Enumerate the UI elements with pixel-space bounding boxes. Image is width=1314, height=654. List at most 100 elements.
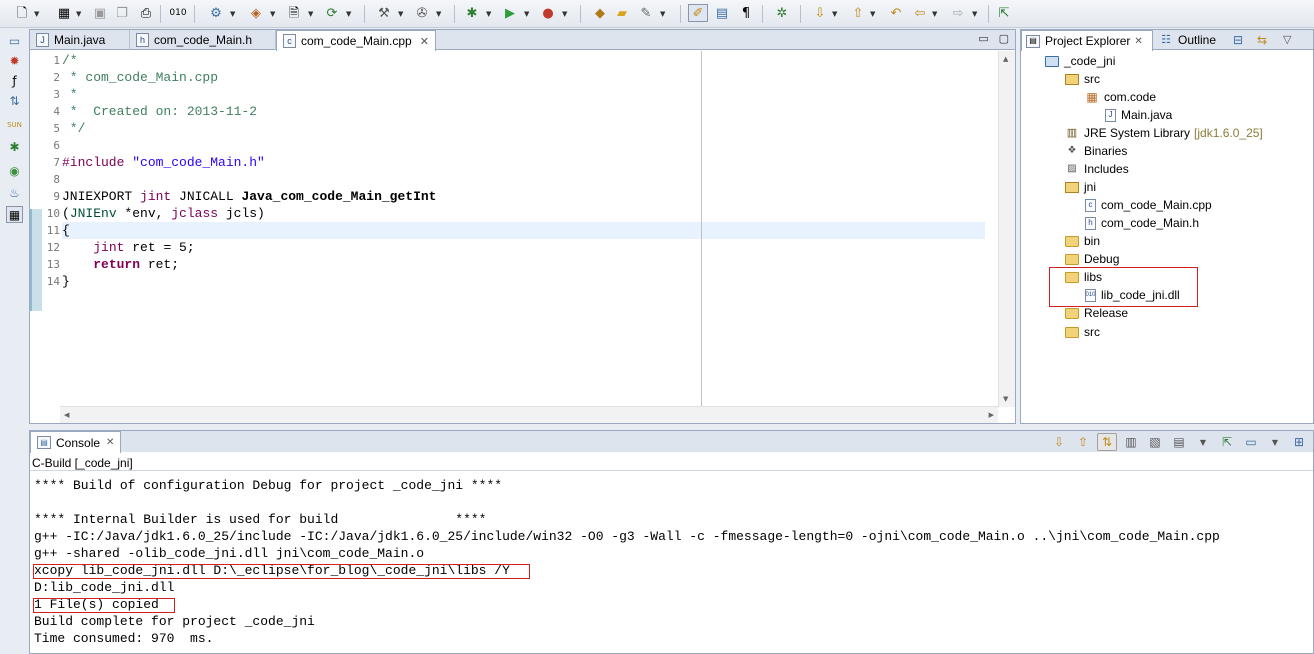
bug-icon[interactable]: ✱ [6,138,23,155]
tree-jni[interactable]: jni [1065,178,1096,196]
tree-debug[interactable]: Debug [1065,250,1119,268]
prev-annotation-icon[interactable]: ⇧ [848,4,868,22]
chevron-down-icon[interactable]: ▼ [346,10,351,18]
scroll-up-icon[interactable]: ⇧ [1073,433,1093,451]
chevron-down-icon[interactable]: ▼ [524,10,529,18]
chevron-down-icon[interactable]: ▼ [308,10,313,18]
chevron-down-icon[interactable]: ▼ [1193,433,1213,451]
toggle-mark-icon[interactable]: ✐ [688,4,708,22]
word-wrap-icon[interactable]: ▤ [1169,433,1189,451]
java-icon[interactable]: ♨ [6,184,23,201]
close-icon[interactable]: ✕ [1134,36,1142,47]
clear-console-icon[interactable]: ▧ [1145,433,1165,451]
tab-cpp-file[interactable]: c com_code_Main.cpp ✕ [276,30,436,51]
tab-main-java[interactable]: J Main.java [30,30,130,50]
chevron-down-icon[interactable]: ▼ [562,10,567,18]
build-hammer-icon[interactable]: ⚒ [374,4,394,22]
close-icon[interactable]: ✕ [106,437,114,448]
restore-icon[interactable]: ▭ [6,32,23,49]
open-folder-icon[interactable]: ▰ [612,4,632,22]
code-token: Java_com_code_Main_getInt [241,189,437,204]
maximize-icon[interactable]: ▢ [999,32,1009,45]
tab-outline[interactable]: ☷ Outline [1155,30,1225,50]
save-all-icon[interactable]: ❐ [112,4,132,22]
tree-package[interactable]: ▦ com.code [1085,88,1156,106]
tree-src[interactable]: src [1065,70,1100,88]
collapse-all-icon[interactable]: ⊟ [1233,33,1243,47]
tab-header-file[interactable]: h com_code_Main.h [130,30,276,50]
new-source-icon[interactable]: 🗎 [284,4,304,22]
minimize-icon[interactable]: ▭ [978,32,988,45]
scroll-down-icon[interactable]: ▼ [1003,395,1008,403]
print-icon[interactable]: ⎙ [136,4,156,22]
binary-icon[interactable]: 010 [168,4,188,22]
scroll-down-icon[interactable]: ⇩ [1049,433,1069,451]
tree-cpp-file[interactable]: c com_code_Main.cpp [1085,196,1212,214]
tree-project[interactable]: _code_jni [1045,52,1115,70]
pin-editor-icon[interactable]: ⇱ [994,4,1014,22]
tab-label: Main.java [54,33,106,47]
tree-header-file[interactable]: h com_code_Main.h [1085,214,1199,232]
chevron-down-icon[interactable]: ▼ [436,10,441,18]
tree-src-2[interactable]: src [1065,323,1100,341]
build-all-icon[interactable]: ⚙ [206,4,226,22]
last-edit-icon[interactable]: ↶ [886,4,906,22]
tree-binaries[interactable]: ❖ Binaries [1065,142,1128,160]
scroll-lock-icon[interactable]: ⇅ [1097,433,1117,451]
tree-jre-library[interactable]: ▥ JRE System Library [jdk1.6.0_25] [1065,124,1263,142]
chevron-down-icon[interactable]: ▼ [1265,433,1285,451]
new-icon[interactable]: ▦ [54,4,74,22]
tab-project-explorer[interactable]: ▤ Project Explorer ✕ [1021,30,1153,51]
chevron-down-icon[interactable]: ▼ [870,10,875,18]
chevron-down-icon[interactable]: ▼ [832,10,837,18]
new-console-icon[interactable]: ⊞ [1289,433,1309,451]
tree-bin[interactable]: bin [1065,232,1100,250]
vertical-scrollbar[interactable]: ▲ ▼ [998,51,1015,407]
new-project-icon[interactable]: ⟳ [322,4,342,22]
forward-icon[interactable]: ⇨ [948,4,968,22]
chevron-down-icon[interactable]: ▼ [230,10,235,18]
search-icon[interactable]: ✎ [636,4,656,22]
globe-icon[interactable]: ◉ [6,162,23,179]
chevron-down-icon[interactable]: ▼ [270,10,275,18]
toggle-block-icon[interactable]: ▤ [712,4,732,22]
chevron-down-icon[interactable]: ▼ [398,10,403,18]
scroll-up-icon[interactable]: ▲ [1003,55,1008,63]
run-icon[interactable]: ▶ [500,4,520,22]
chevron-down-icon[interactable]: ▼ [932,10,937,18]
next-annotation-icon[interactable]: ⇩ [810,4,830,22]
horizontal-scrollbar[interactable]: ◀ ▶ [60,406,998,423]
display-console-icon[interactable]: ▭ [1241,433,1261,451]
scroll-right-icon[interactable]: ▶ [989,411,994,419]
scroll-left-icon[interactable]: ◀ [64,411,69,419]
show-whitespace-icon[interactable]: ¶ [736,4,756,22]
chevron-down-icon[interactable]: ▼ [34,10,39,18]
variables-icon[interactable]: ƒ [6,72,23,89]
debug-view-icon[interactable]: ✹ [6,52,23,69]
chevron-down-icon[interactable]: ▼ [76,10,81,18]
chevron-down-icon[interactable]: ▼ [660,10,665,18]
debug-icon[interactable]: ✱ [462,4,482,22]
tree-includes[interactable]: ▨ Includes [1065,160,1128,178]
tools-icon[interactable]: ✇ [412,4,432,22]
tab-console[interactable]: ▤ Console ✕ [30,431,122,453]
close-icon[interactable]: ✕ [420,35,429,48]
view-menu-icon[interactable]: ▽ [1283,33,1291,46]
chevron-down-icon[interactable]: ▼ [486,10,491,18]
back-icon[interactable]: ⇦ [910,4,930,22]
breakpoints-icon[interactable]: ⇅ [6,92,23,109]
registers-icon[interactable]: SUN [6,116,23,133]
tree-main-java[interactable]: J Main.java [1105,106,1172,124]
save-icon[interactable]: ▣ [90,4,110,22]
pin-console-icon[interactable]: ⇱ [1217,433,1237,451]
copy-icon[interactable]: ▥ [1121,433,1141,451]
new-cpp-class-icon[interactable]: ◈ [246,4,266,22]
step-filter-icon[interactable]: ✲ [772,4,792,22]
tasks-icon[interactable]: ▦ [6,206,23,223]
code-area[interactable]: /* * com_code_Main.cpp * * Created on: 2… [62,51,985,408]
open-type-icon[interactable]: ◆ [590,4,610,22]
link-editor-icon[interactable]: ⇆ [1257,33,1267,47]
run-external-icon[interactable]: ● [538,4,558,22]
new-wizard-icon[interactable]: 🗋 [12,4,32,22]
chevron-down-icon[interactable]: ▼ [972,10,977,18]
